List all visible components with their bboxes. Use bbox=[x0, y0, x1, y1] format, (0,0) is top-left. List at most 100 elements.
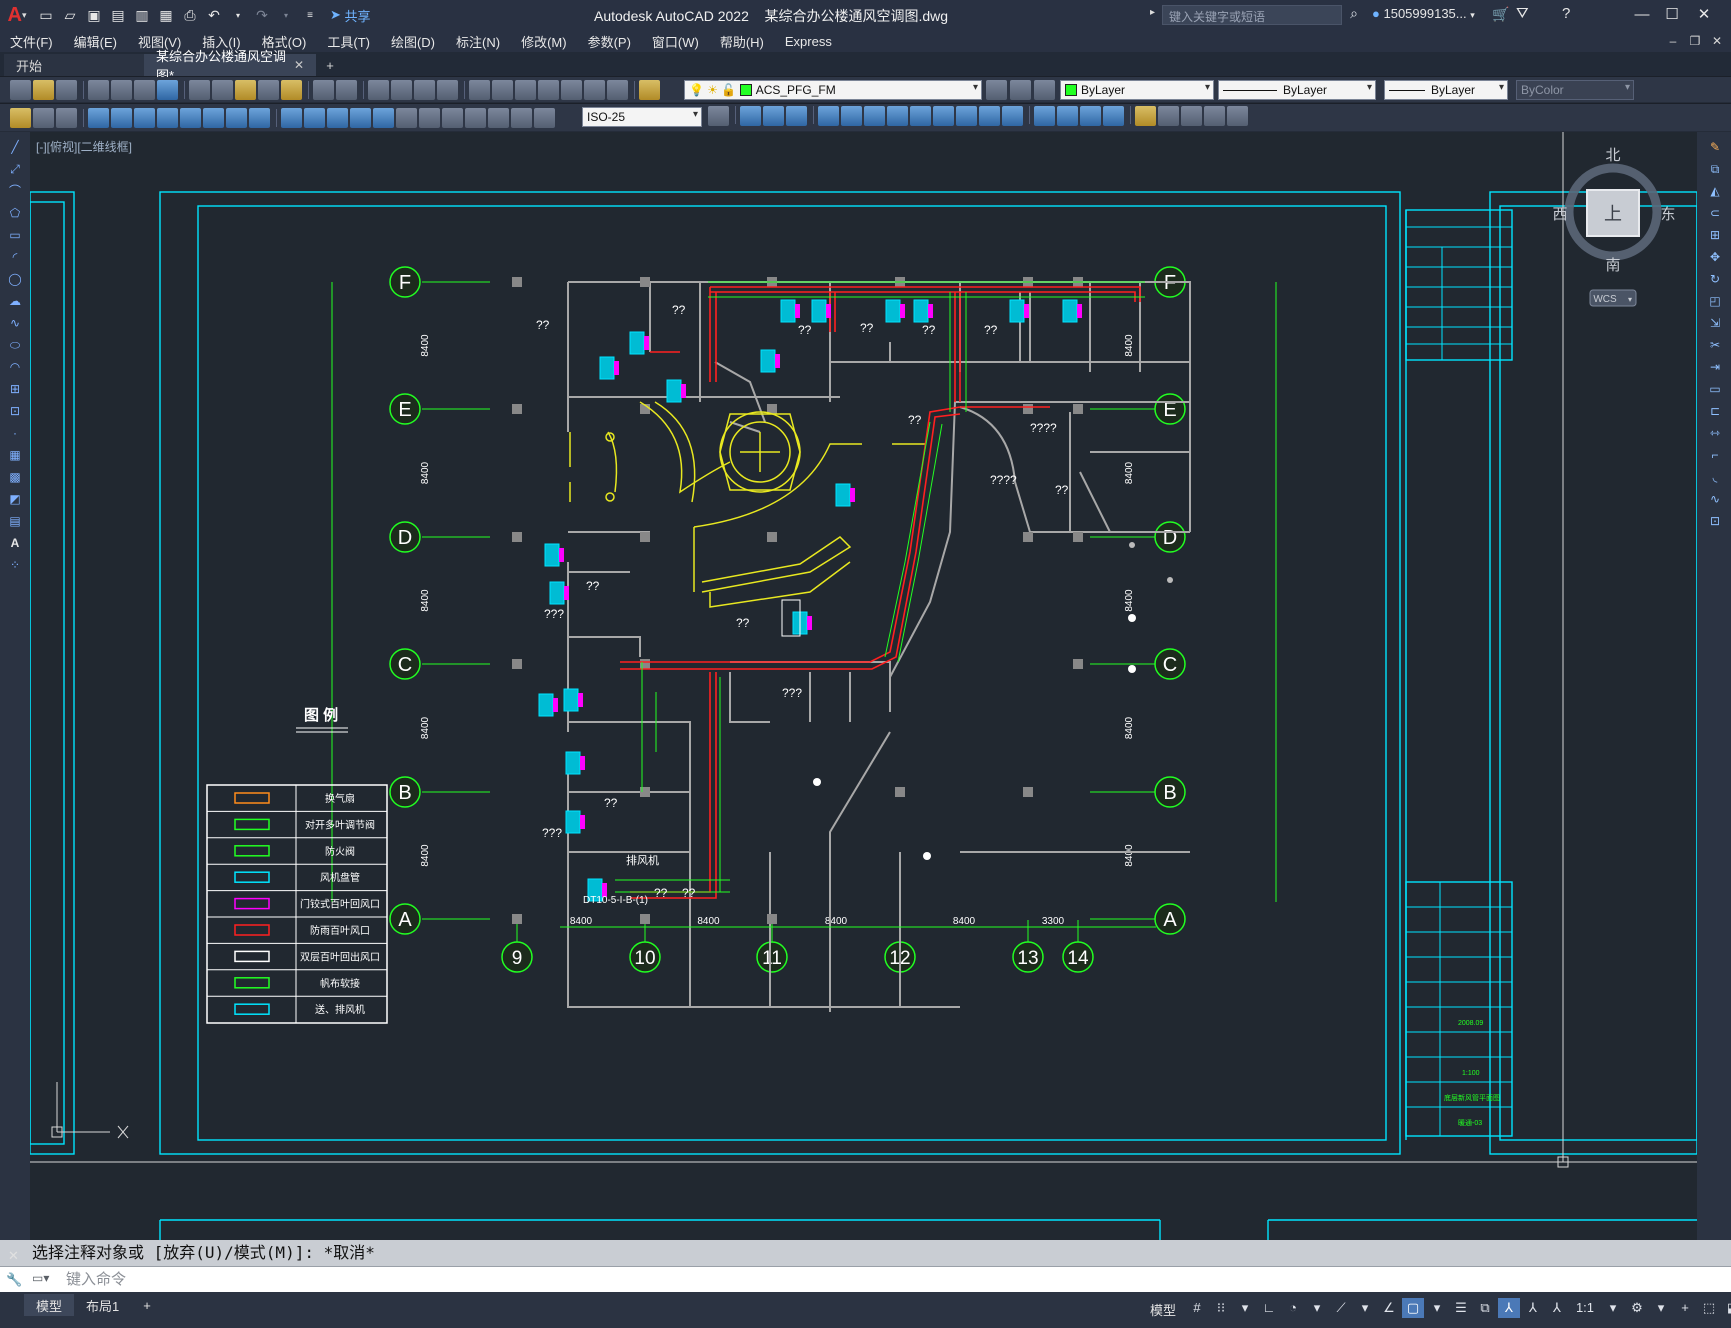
break-palette-icon[interactable]: ⊏ bbox=[1706, 404, 1724, 418]
lineweight-toggle-icon[interactable]: ☰ bbox=[1450, 1298, 1472, 1318]
arc-icon[interactable]: ◜ bbox=[6, 250, 24, 264]
menu-parametric[interactable]: 参数(P) bbox=[588, 32, 631, 51]
new-tab-button[interactable]: + bbox=[316, 54, 344, 76]
doc-minimize-button[interactable]: – bbox=[1664, 31, 1682, 51]
layer-dropdown[interactable]: 💡 ☀ 🔓 ACS_PFG_FM ▾ bbox=[684, 80, 982, 100]
publish-icon[interactable] bbox=[134, 79, 155, 100]
redo-dropdown-icon[interactable]: ▾ bbox=[275, 4, 297, 26]
block-editor-icon[interactable] bbox=[281, 79, 302, 100]
dim-angular-icon[interactable] bbox=[249, 107, 270, 128]
tool-palettes-icon[interactable] bbox=[515, 79, 536, 100]
open-file-icon[interactable]: ▱ bbox=[59, 4, 81, 26]
dim-linear-icon[interactable] bbox=[88, 107, 109, 128]
construction-line-icon[interactable]: ⤢ bbox=[6, 162, 24, 176]
tab-model[interactable]: 模型 bbox=[24, 1294, 75, 1316]
print-icon[interactable]: ⎙ bbox=[179, 4, 201, 26]
offset-icon[interactable] bbox=[818, 106, 839, 126]
explode-icon[interactable] bbox=[1103, 106, 1124, 126]
viewcube[interactable]: 上 北 南 西 东 WCS ▾ bbox=[1552, 147, 1676, 307]
menu-window[interactable]: 窗口(W) bbox=[652, 32, 699, 51]
polar-dropdown-icon[interactable]: ▾ bbox=[1306, 1298, 1328, 1318]
zoom-window-icon[interactable] bbox=[414, 79, 435, 100]
close-tab-icon[interactable]: ✕ bbox=[294, 58, 304, 72]
object-snap-tracking-icon[interactable]: ∠ bbox=[1378, 1298, 1400, 1318]
save-tool-icon[interactable] bbox=[56, 79, 77, 100]
tab-start[interactable]: 开始 bbox=[4, 54, 144, 76]
mtext-icon[interactable]: A bbox=[6, 536, 24, 550]
scale-palette-icon[interactable]: ◰ bbox=[1706, 294, 1724, 308]
gear-icon[interactable]: ⚙ bbox=[1626, 1298, 1648, 1318]
center-mark-icon[interactable] bbox=[419, 107, 440, 128]
pan-icon[interactable] bbox=[368, 79, 389, 100]
stretch-palette-icon[interactable]: ⇲ bbox=[1706, 316, 1724, 330]
tab-active-drawing[interactable]: 某综合办公楼通风空调图* ✕ bbox=[144, 49, 316, 83]
break-point-palette-icon[interactable]: ▭ bbox=[1706, 382, 1724, 396]
menu-tools[interactable]: 工具(T) bbox=[327, 32, 370, 51]
make-block-icon[interactable] bbox=[1158, 106, 1179, 126]
doc-close-button[interactable]: ✕ bbox=[1708, 31, 1726, 51]
hatch-icon[interactable] bbox=[1204, 106, 1225, 126]
search-expand-icon[interactable]: ▸ bbox=[1150, 7, 1155, 18]
menu-draw[interactable]: 绘图(D) bbox=[391, 32, 435, 51]
save-as-icon[interactable]: ▤ bbox=[107, 4, 129, 26]
insert-block-draw-icon[interactable]: ⊞ bbox=[6, 382, 24, 396]
compass-north[interactable]: 北 bbox=[1605, 147, 1620, 164]
add-layout-button[interactable]: + bbox=[131, 1294, 163, 1316]
properties-icon[interactable] bbox=[469, 79, 490, 100]
new-file-icon[interactable]: ▭ bbox=[35, 4, 57, 26]
menu-help[interactable]: 帮助(H) bbox=[720, 32, 764, 51]
drawing-area[interactable]: F F E E D D C C B B A A 8400 8400 8400 8400 8400 8400 8400… bbox=[30, 132, 1697, 1240]
match-properties-icon[interactable] bbox=[258, 79, 279, 100]
grid-icon[interactable]: # bbox=[1186, 1298, 1208, 1318]
inspect-icon[interactable] bbox=[442, 107, 463, 128]
minimize-button[interactable]: — bbox=[1628, 3, 1656, 27]
gradient-icon[interactable]: ▩ bbox=[6, 470, 24, 484]
dimstyle-dropdown[interactable]: ISO-25 ▾ bbox=[582, 107, 702, 127]
chamfer-icon[interactable] bbox=[1057, 106, 1078, 126]
mirror-icon[interactable] bbox=[786, 106, 807, 126]
isodraft-icon[interactable]: ⟋ bbox=[1330, 1298, 1352, 1318]
compass-west[interactable]: 西 bbox=[1552, 206, 1567, 223]
units-icon[interactable]: ⬚ bbox=[1698, 1298, 1720, 1318]
workspace-dropdown-icon[interactable]: ▾ bbox=[1650, 1298, 1672, 1318]
search-icon[interactable]: ⌕ bbox=[1344, 5, 1364, 25]
dim-text-edit-icon[interactable] bbox=[511, 107, 532, 128]
blend-palette-icon[interactable]: ∿ bbox=[1706, 492, 1724, 506]
snap-dropdown-icon[interactable]: ▾ bbox=[1234, 1298, 1256, 1318]
dim-jogged-icon[interactable] bbox=[203, 107, 224, 128]
hatch-draw-icon[interactable]: ▦ bbox=[6, 448, 24, 462]
extend-icon[interactable] bbox=[979, 106, 1000, 126]
dim-radius-icon[interactable] bbox=[180, 107, 201, 128]
maximize-button[interactable]: ☐ bbox=[1658, 3, 1686, 27]
viewport-controls-label[interactable]: [-][俯视][二维线框] bbox=[36, 138, 132, 155]
rectangle-icon[interactable]: ▭ bbox=[6, 228, 24, 242]
region-draw-icon[interactable]: ◩ bbox=[6, 492, 24, 506]
plot-preview-icon[interactable] bbox=[111, 79, 132, 100]
dim-edit-icon[interactable] bbox=[488, 107, 509, 128]
spline-icon[interactable]: ∿ bbox=[6, 316, 24, 330]
table-icon[interactable]: ▤ bbox=[6, 514, 24, 528]
undo-tool-icon[interactable] bbox=[313, 79, 334, 100]
copy-icon[interactable] bbox=[212, 79, 233, 100]
dim-style-icon[interactable] bbox=[708, 106, 729, 126]
undo-icon[interactable]: ↶ bbox=[203, 4, 225, 26]
redo-icon[interactable]: ↷ bbox=[251, 4, 273, 26]
dim-diameter-icon[interactable] bbox=[226, 107, 247, 128]
rotate-icon[interactable] bbox=[887, 106, 908, 126]
customize-icon[interactable]: 🔧 bbox=[6, 1272, 22, 1288]
scale-icon[interactable] bbox=[910, 106, 931, 126]
layer-previous-icon[interactable] bbox=[1010, 80, 1031, 100]
zoom-realtime-icon[interactable] bbox=[391, 79, 412, 100]
markup-icon[interactable] bbox=[561, 79, 582, 100]
line-icon[interactable]: ╱ bbox=[6, 140, 24, 154]
point-draw-icon[interactable]: · bbox=[6, 426, 24, 440]
compass-south[interactable]: 南 bbox=[1605, 257, 1620, 274]
layer-properties-icon[interactable] bbox=[639, 79, 660, 100]
ellipse-icon[interactable]: ⬭ bbox=[6, 338, 24, 352]
break-icon[interactable] bbox=[1002, 106, 1023, 126]
dim-ordinate-icon[interactable] bbox=[157, 107, 178, 128]
add-scale-icon[interactable]: + bbox=[1674, 1298, 1696, 1318]
color-dropdown[interactable]: ByLayer ▾ bbox=[1060, 80, 1214, 100]
move-icon[interactable] bbox=[864, 106, 885, 126]
cut-icon[interactable] bbox=[189, 79, 210, 100]
